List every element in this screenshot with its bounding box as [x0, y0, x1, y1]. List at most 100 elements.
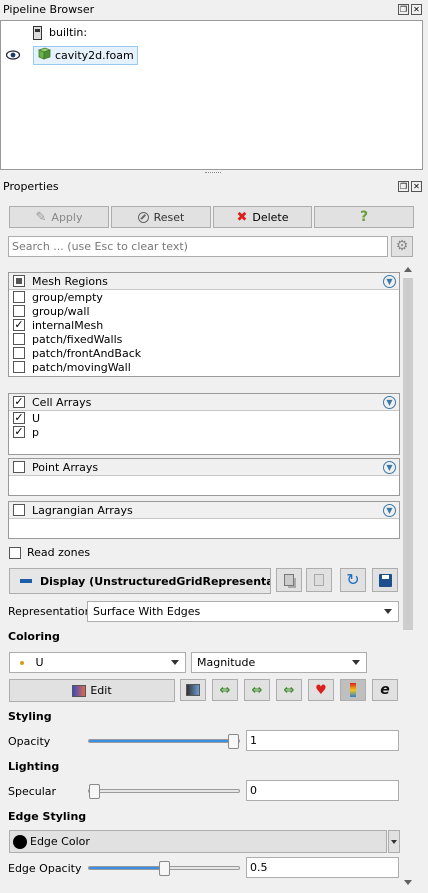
pipeline-tree[interactable]: builtin: cavity2d.foam	[0, 20, 423, 170]
list-item[interactable]: U	[9, 411, 399, 425]
specular-slider[interactable]	[88, 784, 240, 799]
edit-color-legend-button[interactable]: e	[372, 679, 398, 701]
lagrangian-arrays-list[interactable]: Lagrangian Arrays ▼	[8, 501, 400, 539]
point-arrays-list[interactable]: Point Arrays ▼	[8, 458, 400, 496]
help-button[interactable]: ?	[314, 206, 414, 228]
opacity-slider-handle[interactable]	[228, 734, 239, 749]
cell-arrays-header-checkbox[interactable]	[13, 396, 25, 408]
properties-scrollbar[interactable]	[401, 264, 415, 888]
read-zones-checkbox-row[interactable]: Read zones	[9, 546, 90, 559]
toggle-color-legend-button[interactable]	[340, 679, 366, 701]
cell-arrays-header-label: Cell Arrays	[32, 395, 92, 409]
cell-arrays-list[interactable]: Cell Arrays ▼ U p	[8, 393, 400, 455]
checkbox[interactable]	[13, 305, 25, 317]
chevron-down-icon[interactable]: ▼	[383, 396, 396, 409]
mesh-regions-header-checkbox[interactable]	[13, 275, 25, 287]
chevron-down-icon[interactable]: ▼	[383, 461, 396, 474]
delete-label: Delete	[252, 210, 289, 224]
apply-label: Apply	[51, 210, 83, 224]
scrollbar-thumb[interactable]	[403, 278, 413, 630]
specular-input[interactable]: 0	[246, 780, 399, 801]
cell-arrays-header[interactable]: Cell Arrays ▼	[9, 394, 399, 411]
paste-icon	[314, 574, 324, 586]
choose-preset-button[interactable]	[180, 679, 206, 701]
checkbox[interactable]	[13, 333, 25, 345]
color-by-select[interactable]: U	[9, 652, 186, 673]
checkbox[interactable]	[13, 426, 25, 438]
copy-icon	[284, 574, 294, 586]
lagrangian-arrays-header-checkbox[interactable]	[13, 504, 25, 516]
reset-icon	[137, 211, 149, 223]
checkbox[interactable]	[13, 319, 25, 331]
restore-defaults-button[interactable]: ↻	[340, 568, 366, 592]
read-zones-checkbox[interactable]	[9, 546, 21, 559]
edge-styling-section-label: Edge Styling	[8, 810, 87, 823]
close-icon[interactable]: ✕	[411, 4, 422, 15]
paste-properties-button[interactable]	[306, 568, 332, 592]
mesh-regions-list[interactable]: Mesh Regions ▼ group/empty group/wall in…	[8, 272, 400, 377]
tree-item-builtin[interactable]: builtin:	[33, 24, 87, 42]
save-icon	[378, 573, 392, 587]
rescale-icon: ⇔	[219, 682, 231, 698]
rescale-visible-range-button[interactable]: ♥	[308, 679, 334, 701]
preset-icon	[186, 684, 200, 696]
edge-color-label: Edge Color	[30, 835, 90, 848]
component-select[interactable]: Magnitude	[191, 652, 367, 673]
eye-icon[interactable]	[5, 50, 21, 63]
list-item[interactable]: group/wall	[9, 304, 399, 318]
edge-opacity-slider-handle[interactable]	[158, 861, 170, 876]
edge-opacity-input[interactable]: 0.5	[246, 857, 399, 878]
delete-button[interactable]: ✖ Delete	[213, 206, 312, 228]
edit-colormap-button[interactable]: Edit	[9, 679, 175, 702]
scroll-up-icon[interactable]	[404, 267, 412, 272]
gear-icon[interactable]: ⚙	[391, 236, 413, 257]
checkbox[interactable]	[13, 361, 25, 373]
coloring-section-label: Coloring	[8, 630, 60, 643]
list-item[interactable]: patch/movingWall	[9, 360, 399, 374]
point-arrays-header[interactable]: Point Arrays ▼	[9, 459, 399, 476]
float-icon[interactable]: ❐	[398, 4, 409, 15]
lagrangian-arrays-header[interactable]: Lagrangian Arrays ▼	[9, 502, 399, 519]
list-item[interactable]: p	[9, 425, 399, 439]
opacity-input[interactable]: 1	[246, 730, 399, 751]
opacity-slider[interactable]	[88, 734, 240, 749]
color-legend-icon	[350, 683, 356, 697]
styling-section-label: Styling	[8, 710, 52, 723]
scroll-down-icon[interactable]	[404, 880, 412, 885]
pipeline-dock-buttons: ❐ ✕	[398, 4, 422, 15]
edge-color-menu-button[interactable]	[388, 830, 400, 853]
splitter-handle[interactable]	[205, 172, 221, 175]
edge-color-button[interactable]: Edge Color	[9, 830, 387, 853]
rescale-custom-range-button[interactable]: ⇔	[244, 679, 270, 701]
point-arrays-header-label: Point Arrays	[32, 460, 99, 474]
reset-button[interactable]: Reset	[111, 206, 211, 228]
close-icon[interactable]: ✕	[411, 181, 422, 192]
tree-item-cavity2d[interactable]: cavity2d.foam	[33, 46, 138, 65]
list-item-label: U	[32, 411, 41, 425]
search-input[interactable]: Search ... (use Esc to clear text)	[8, 236, 388, 257]
checkbox[interactable]	[13, 291, 25, 303]
edge-opacity-slider[interactable]	[88, 861, 240, 876]
checkbox[interactable]	[13, 412, 25, 424]
list-item[interactable]: patch/fixedWalls	[9, 332, 399, 346]
chevron-down-icon[interactable]: ▼	[383, 275, 396, 288]
checkbox[interactable]	[13, 347, 25, 359]
representation-select[interactable]: Surface With Edges	[87, 601, 399, 622]
chevron-down-icon	[352, 660, 360, 665]
properties-title: Properties	[3, 180, 59, 193]
rescale-data-range-button[interactable]: ⇔	[212, 679, 238, 701]
specular-slider-handle[interactable]	[89, 784, 100, 799]
chevron-down-icon[interactable]: ▼	[383, 504, 396, 517]
list-item[interactable]: group/empty	[9, 290, 399, 304]
apply-button[interactable]: ✎ Apply	[9, 206, 109, 228]
list-item[interactable]: internalMesh	[9, 318, 399, 332]
mesh-regions-header[interactable]: Mesh Regions ▼	[9, 273, 399, 290]
list-item-label: patch/movingWall	[32, 360, 131, 374]
display-section-toggle[interactable]: Display (UnstructuredGridRepresentati	[9, 568, 271, 594]
float-icon[interactable]: ❐	[398, 181, 409, 192]
save-defaults-button[interactable]	[372, 568, 398, 592]
list-item[interactable]: patch/frontAndBack	[9, 346, 399, 360]
rescale-temporal-range-button[interactable]: ⇔	[276, 679, 302, 701]
copy-properties-button[interactable]	[276, 568, 302, 592]
point-arrays-header-checkbox[interactable]	[13, 461, 25, 473]
